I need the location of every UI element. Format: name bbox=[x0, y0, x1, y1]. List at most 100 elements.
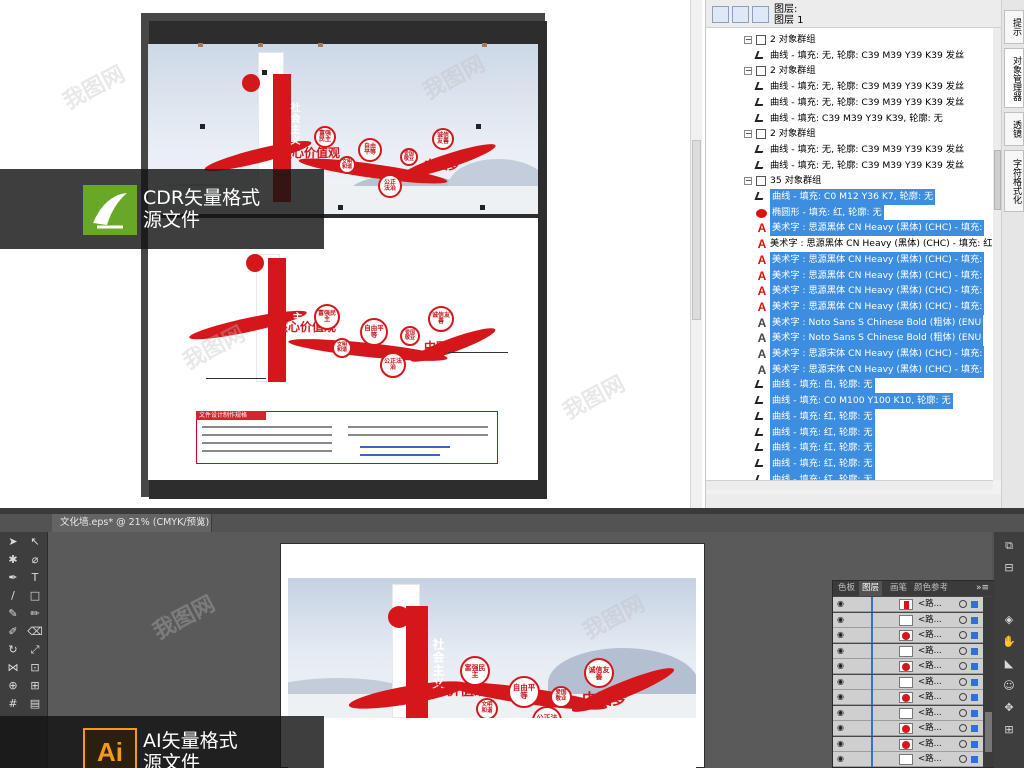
selection-indicator[interactable] bbox=[971, 694, 978, 701]
object-tree-row[interactable]: − 2 对象群组 bbox=[706, 63, 993, 79]
object-tree-row[interactable]: 曲线 - 填充: 红, 轮廓: 无 bbox=[706, 455, 993, 472]
target-icon[interactable] bbox=[959, 662, 967, 670]
perspective-icon[interactable]: ⊞ bbox=[26, 678, 44, 694]
layer-row[interactable]: ◉ <路... bbox=[833, 674, 983, 690]
selection-indicator[interactable] bbox=[971, 632, 978, 639]
object-tree-row[interactable]: A 美术字 : Noto Sans S Chinese Bold (粗体) (EN… bbox=[706, 314, 993, 331]
eraser-icon[interactable]: ⌫ bbox=[26, 624, 44, 640]
object-tree-row[interactable]: A 美术字 : 思源黑体 CN Heavy (黑体) (CHC) - 填充: bbox=[706, 267, 993, 284]
object-tree-row[interactable]: A 美术字 : Noto Sans S Chinese Bold (粗体) (EN… bbox=[706, 330, 993, 347]
target-icon[interactable] bbox=[959, 600, 967, 608]
pencil-icon[interactable]: ✏ bbox=[26, 606, 44, 622]
target-icon[interactable] bbox=[959, 755, 967, 763]
selection-indicator[interactable] bbox=[971, 725, 978, 732]
brush-icon[interactable]: ✎ bbox=[4, 606, 22, 622]
align-icon[interactable]: ✥ bbox=[1000, 700, 1018, 716]
transform-icon[interactable]: ⊟ bbox=[1000, 560, 1018, 576]
object-tree-row[interactable]: 曲线 - 填充: C39 M39 Y39 K39, 轮廓: 无 bbox=[706, 111, 993, 127]
brush-panel-icon[interactable]: ✋ bbox=[1000, 634, 1018, 650]
layer-manager-button[interactable] bbox=[732, 6, 749, 23]
direct-selection-icon[interactable]: ↖ bbox=[26, 534, 44, 550]
selection-indicator[interactable] bbox=[971, 756, 978, 763]
object-tree-row[interactable]: 曲线 - 填充: C0 M100 Y100 K10, 轮廓: 无 bbox=[706, 393, 993, 410]
selection-indicator[interactable] bbox=[971, 740, 978, 748]
tab-color-guide[interactable]: 颜色参考 bbox=[911, 581, 951, 596]
object-tree-row[interactable]: − 2 对象群组 bbox=[706, 126, 993, 142]
layer-row[interactable]: ◉ <路... bbox=[833, 752, 983, 767]
object-tree-row[interactable]: − 2 对象群组 bbox=[706, 32, 993, 48]
expand-collapse-icon[interactable]: − bbox=[744, 36, 752, 44]
object-tree-row[interactable]: 曲线 - 填充: 无, 轮廓: C39 M39 Y39 K39 发丝 bbox=[706, 48, 993, 64]
line-icon[interactable]: / bbox=[4, 588, 22, 604]
target-icon[interactable] bbox=[959, 724, 967, 732]
object-tree-row[interactable]: 椭圆形 - 填充: 红, 轮廓: 无 bbox=[706, 204, 993, 221]
artboards-icon[interactable]: ⧉ bbox=[1000, 538, 1018, 554]
layer-row[interactable]: ◉ <路... bbox=[833, 597, 983, 612]
layers-icon[interactable]: ◈ bbox=[1000, 612, 1018, 628]
object-tree-row[interactable]: 曲线 - 填充: 无, 轮廓: C39 M39 Y39 K39 发丝 bbox=[706, 142, 993, 158]
mesh-icon[interactable]: # bbox=[4, 696, 22, 712]
layer-row[interactable]: ◉ <路... bbox=[833, 659, 983, 674]
selection-tool-icon[interactable]: ➤ bbox=[4, 534, 22, 550]
target-icon[interactable] bbox=[959, 646, 967, 655]
object-tree-row[interactable]: A 美术字 : 思源黑体 CN Heavy (黑体) (CHC) - 填充: bbox=[706, 283, 993, 300]
tab-layers[interactable]: 图层 bbox=[859, 581, 883, 596]
rotate-icon[interactable]: ↻ bbox=[4, 642, 22, 658]
selection-indicator[interactable] bbox=[971, 663, 978, 670]
layer-row[interactable]: ◉ <路... bbox=[833, 628, 983, 643]
visibility-eye-icon[interactable]: ◉ bbox=[837, 724, 847, 732]
visibility-eye-icon[interactable]: ◉ bbox=[837, 600, 847, 608]
selection-indicator[interactable] bbox=[971, 678, 978, 686]
selection-indicator[interactable] bbox=[971, 616, 978, 624]
object-tree-row[interactable]: A 美术字 : 思源黑体 CN Heavy (黑体) (CHC) - 填充: bbox=[706, 251, 993, 268]
symbols-icon[interactable]: ◣ bbox=[1000, 656, 1018, 672]
layer-view-button[interactable] bbox=[752, 6, 769, 23]
object-tree-row[interactable]: 曲线 - 填充: 红, 轮廓: 无 bbox=[706, 440, 993, 457]
object-tree-row[interactable]: 曲线 - 填充: 红, 轮廓: 无 bbox=[706, 408, 993, 425]
visibility-eye-icon[interactable]: ◉ bbox=[837, 677, 847, 686]
blob-brush-icon[interactable]: ✐ bbox=[4, 624, 22, 640]
tab-swatches[interactable]: 色板 bbox=[835, 581, 858, 596]
target-icon[interactable] bbox=[959, 708, 967, 717]
layers-scrollbar[interactable] bbox=[983, 597, 994, 767]
object-tree-row[interactable]: A 美术字 : 思源黑体 CN Heavy (黑体) (CHC) - 填充: 红,… bbox=[706, 236, 993, 252]
target-icon[interactable] bbox=[959, 677, 967, 686]
appearance-icon[interactable]: ☺ bbox=[1000, 678, 1018, 694]
free-transform-icon[interactable]: ⊡ bbox=[26, 660, 44, 676]
tab-lens[interactable]: 透镜 bbox=[1004, 112, 1024, 146]
expand-collapse-icon[interactable]: − bbox=[744, 130, 752, 139]
layer-row[interactable]: ◉ <路... bbox=[833, 690, 983, 705]
shape-builder-icon[interactable]: ⊕ bbox=[4, 678, 22, 694]
selection-indicator[interactable] bbox=[971, 601, 978, 608]
document-tab[interactable]: 文化墙.eps* @ 21% (CMYK/预览) × bbox=[52, 514, 212, 532]
layer-row[interactable]: ◉ <路... bbox=[833, 643, 983, 659]
tab-object-manager[interactable]: 对象管理器 bbox=[1004, 48, 1024, 108]
tab-character-format[interactable]: 字符格式化 bbox=[1004, 150, 1024, 212]
layer-row[interactable]: ◉ <路... bbox=[833, 705, 983, 721]
layer-row[interactable]: ◉ <路... bbox=[833, 721, 983, 736]
visibility-eye-icon[interactable]: ◉ bbox=[837, 739, 847, 748]
object-tree-row[interactable]: 曲线 - 填充: 无, 轮廓: C39 M39 Y39 K39 发丝 bbox=[706, 79, 993, 95]
gradient-icon[interactable]: ▤ bbox=[26, 696, 44, 712]
close-icon[interactable]: × bbox=[197, 514, 205, 532]
object-tree-row[interactable]: 曲线 - 填充: 无, 轮廓: C39 M39 Y39 K39 发丝 bbox=[706, 158, 993, 174]
layer-options-button[interactable] bbox=[712, 6, 729, 23]
object-tree-row[interactable]: 曲线 - 填充: C0 M12 Y36 K7, 轮廓: 无 bbox=[706, 189, 993, 205]
tab-hints[interactable]: 提示 bbox=[1004, 10, 1024, 44]
expand-collapse-icon[interactable]: − bbox=[744, 67, 752, 76]
object-tree-row[interactable]: A 美术字 : 思源黑体 CN Heavy (黑体) (CHC) - 填充: bbox=[706, 220, 993, 237]
lasso-icon[interactable]: ⌀ bbox=[26, 552, 44, 568]
layer-row[interactable]: ◉ <路... bbox=[833, 612, 983, 628]
panel-menu-icon[interactable]: »≡ bbox=[976, 581, 989, 596]
type-icon[interactable]: T bbox=[26, 570, 44, 586]
object-tree-row[interactable]: A 美术字 : 思源宋体 CN Heavy (黑体) (CHC) - 填充: bbox=[706, 346, 993, 362]
object-tree-row[interactable]: 曲线 - 填充: 无, 轮廓: C39 M39 Y39 K39 发丝 bbox=[706, 95, 993, 111]
selection-indicator[interactable] bbox=[971, 709, 978, 717]
visibility-eye-icon[interactable]: ◉ bbox=[837, 646, 847, 655]
target-icon[interactable] bbox=[959, 739, 967, 748]
object-tree-row[interactable]: A 美术字 : 思源黑体 CN Heavy (黑体) (CHC) - 填充: bbox=[706, 298, 993, 315]
target-icon[interactable] bbox=[959, 693, 967, 701]
object-tree-row[interactable]: 曲线 - 填充: 红, 轮廓: 无 bbox=[706, 471, 993, 480]
object-tree-row[interactable]: A 美术字 : 思源宋体 CN Heavy (黑体) (CHC) - 填充: bbox=[706, 361, 993, 378]
visibility-eye-icon[interactable]: ◉ bbox=[837, 755, 847, 763]
